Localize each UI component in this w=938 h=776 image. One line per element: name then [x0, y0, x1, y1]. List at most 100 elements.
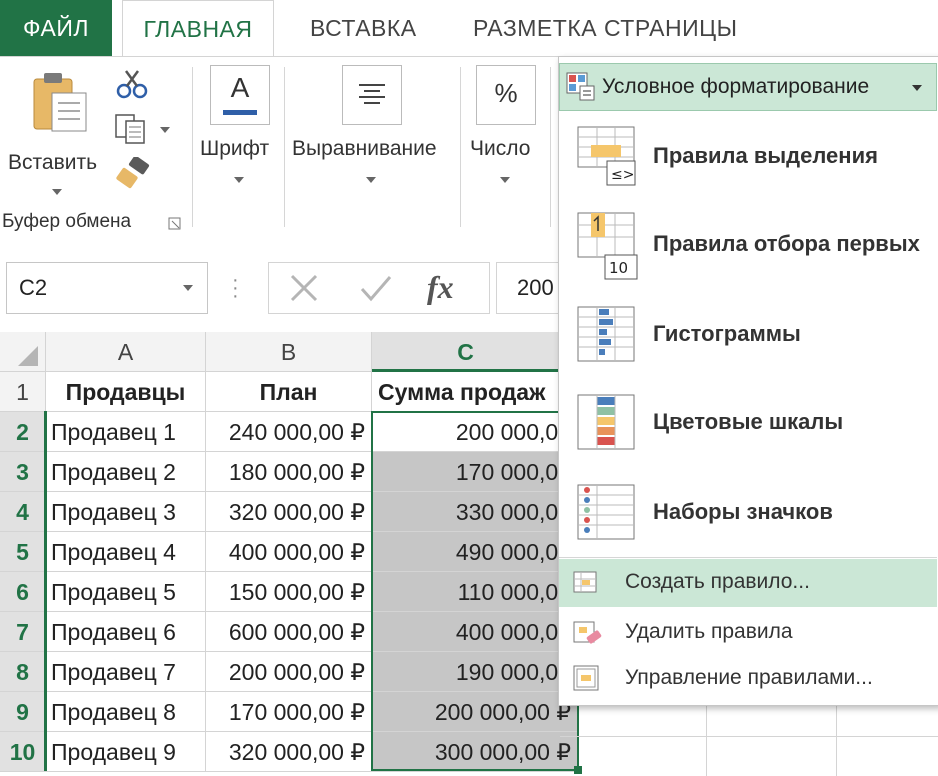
font-group-label: Шрифт — [200, 137, 270, 160]
row-header[interactable]: 6 — [0, 572, 46, 612]
svg-text:10: 10 — [609, 259, 628, 277]
table-cell[interactable]: Продавец 9 — [46, 732, 206, 772]
cancel-icon[interactable] — [289, 273, 319, 303]
row-header[interactable]: 1 — [0, 372, 46, 412]
table-cell[interactable]: Продавец 6 — [46, 612, 206, 652]
tab-home[interactable]: ГЛАВНАЯ — [122, 0, 274, 58]
tab-file[interactable]: ФАЙЛ — [0, 0, 112, 56]
dialog-launcher-icon[interactable] — [168, 217, 182, 231]
name-box[interactable]: C2 — [6, 262, 208, 314]
row-header[interactable]: 10 — [0, 732, 46, 772]
percent-icon: % — [494, 78, 518, 108]
menu-item-highlight-rules[interactable]: ≤> Правила выделения — [559, 113, 937, 199]
svg-text:≤>: ≤> — [611, 167, 634, 183]
highlight-rules-icon: ≤> — [577, 126, 636, 186]
alignment-group-label: Выравнивание — [292, 137, 437, 160]
header-cell[interactable]: План — [206, 372, 372, 412]
font-button[interactable]: A — [210, 65, 270, 125]
table-cell[interactable]: 170 000,00 ₽ — [206, 692, 372, 732]
table-cell[interactable]: Продавец 7 — [46, 652, 206, 692]
menu-action-manage-rules[interactable]: Управление правилами... — [559, 655, 937, 703]
formula-input[interactable]: 200 — [496, 262, 567, 314]
clipboard-group-label: Буфер обмена — [2, 211, 132, 232]
table-cell[interactable]: 320 000,00 ₽ — [206, 492, 372, 532]
table-cell[interactable]: 200 000,00 ₽ — [372, 692, 578, 732]
table-cell[interactable]: 190 000,00 — [372, 652, 578, 692]
menu-action-clear-rules[interactable]: Удалить правила — [559, 609, 937, 657]
table-cell[interactable]: 400 000,00 — [372, 612, 578, 652]
menu-item-label: Наборы значков — [653, 499, 833, 524]
table-cell[interactable]: 320 000,00 ₽ — [206, 732, 372, 772]
table-cell[interactable]: 180 000,00 ₽ — [206, 452, 372, 492]
font-glyph: A — [230, 72, 250, 103]
ribbon: Вставить Буфер обмена A Шрифт Выравниван… — [0, 56, 560, 242]
table-cell[interactable]: 400 000,00 ₽ — [206, 532, 372, 572]
name-box-dropdown-icon[interactable] — [183, 285, 193, 291]
table-cell[interactable]: 490 000,00 — [372, 532, 578, 572]
formula-bar-grip-icon: · · · — [232, 269, 239, 307]
format-painter-icon[interactable] — [116, 157, 150, 189]
clipboard-icon — [33, 73, 87, 132]
table-cell[interactable]: Продавец 4 — [46, 532, 206, 572]
alignment-dropdown-icon[interactable] — [366, 177, 376, 183]
column-header-b[interactable]: B — [206, 332, 372, 372]
table-cell[interactable]: 240 000,00 ₽ — [206, 412, 372, 452]
conditional-formatting-button[interactable]: Условное форматирование — [559, 63, 937, 111]
enter-icon[interactable] — [359, 273, 393, 303]
table-cell[interactable]: Продавец 5 — [46, 572, 206, 612]
menu-action-new-rule[interactable]: Создать правило... — [559, 559, 937, 607]
table-cell[interactable]: 200 000,00 ₽ — [206, 652, 372, 692]
font-dropdown-icon[interactable] — [234, 177, 244, 183]
table-cell[interactable]: 200 000,00 — [372, 412, 578, 452]
table-cell[interactable]: Продавец 2 — [46, 452, 206, 492]
header-cell[interactable]: Продавцы — [46, 372, 206, 412]
column-header-c[interactable]: C — [372, 332, 560, 372]
menu-item-data-bars[interactable]: Гистограммы — [559, 291, 937, 377]
menu-item-label: Цветовые шкалы — [653, 409, 844, 434]
menu-item-top-rules[interactable]: 10 Правила отбора первых — [559, 201, 937, 287]
color-scales-icon — [577, 394, 635, 450]
number-group-label: Число — [470, 137, 531, 160]
copy-icon[interactable] — [114, 113, 150, 145]
menu-item-color-scales[interactable]: Цветовые шкалы — [559, 379, 937, 465]
number-dropdown-icon[interactable] — [500, 177, 510, 183]
header-cell[interactable]: Сумма продаж — [372, 372, 578, 412]
row-header[interactable]: 5 — [0, 532, 46, 572]
row-header[interactable]: 3 — [0, 452, 46, 492]
number-format-button[interactable]: % — [476, 65, 536, 125]
menu-item-label: Правила отбора первых — [653, 231, 920, 256]
paste-button[interactable]: Вставить — [4, 67, 108, 197]
top-rules-icon: 10 — [577, 212, 638, 280]
select-all-corner[interactable] — [0, 332, 46, 372]
table-cell[interactable]: 110 000,00 — [372, 572, 578, 612]
row-header[interactable]: 4 — [0, 492, 46, 532]
icon-sets-icon — [577, 484, 635, 540]
row-header[interactable]: 7 — [0, 612, 46, 652]
font-color-bar — [223, 110, 257, 115]
table-cell[interactable]: 330 000,00 — [372, 492, 578, 532]
table-cell[interactable]: 300 000,00 ₽ — [372, 732, 578, 772]
menu-item-icon-sets[interactable]: Наборы значков — [559, 469, 937, 555]
formula-value: 200 — [517, 275, 554, 300]
row-header[interactable]: 8 — [0, 652, 46, 692]
row-header[interactable]: 9 — [0, 692, 46, 732]
paste-label: Вставить — [8, 151, 98, 174]
table-cell[interactable]: Продавец 1 — [46, 412, 206, 452]
scissors-icon[interactable] — [116, 69, 148, 99]
tab-insert[interactable]: ВСТАВКА — [310, 0, 417, 56]
column-header-a[interactable]: A — [46, 332, 206, 372]
insert-function-icon[interactable]: fx — [427, 269, 454, 306]
alignment-button[interactable] — [342, 65, 402, 125]
table-cell[interactable]: 600 000,00 ₽ — [206, 612, 372, 652]
ribbon-tabs: ФАЙЛ ГЛАВНАЯ ВСТАВКА РАЗМЕТКА СТРАНИЦЫ — [0, 0, 938, 58]
new-rule-icon — [573, 571, 597, 593]
table-cell[interactable]: Продавец 8 — [46, 692, 206, 732]
copy-dropdown-icon[interactable] — [160, 127, 170, 133]
row-header[interactable]: 2 — [0, 412, 46, 452]
table-cell[interactable]: 150 000,00 ₽ — [206, 572, 372, 612]
table-cell[interactable]: Продавец 3 — [46, 492, 206, 532]
corner-triangle-icon — [18, 346, 38, 366]
table-cell[interactable]: 170 000,00 — [372, 452, 578, 492]
tab-page-layout[interactable]: РАЗМЕТКА СТРАНИЦЫ — [473, 0, 738, 56]
menu-divider — [559, 557, 937, 558]
